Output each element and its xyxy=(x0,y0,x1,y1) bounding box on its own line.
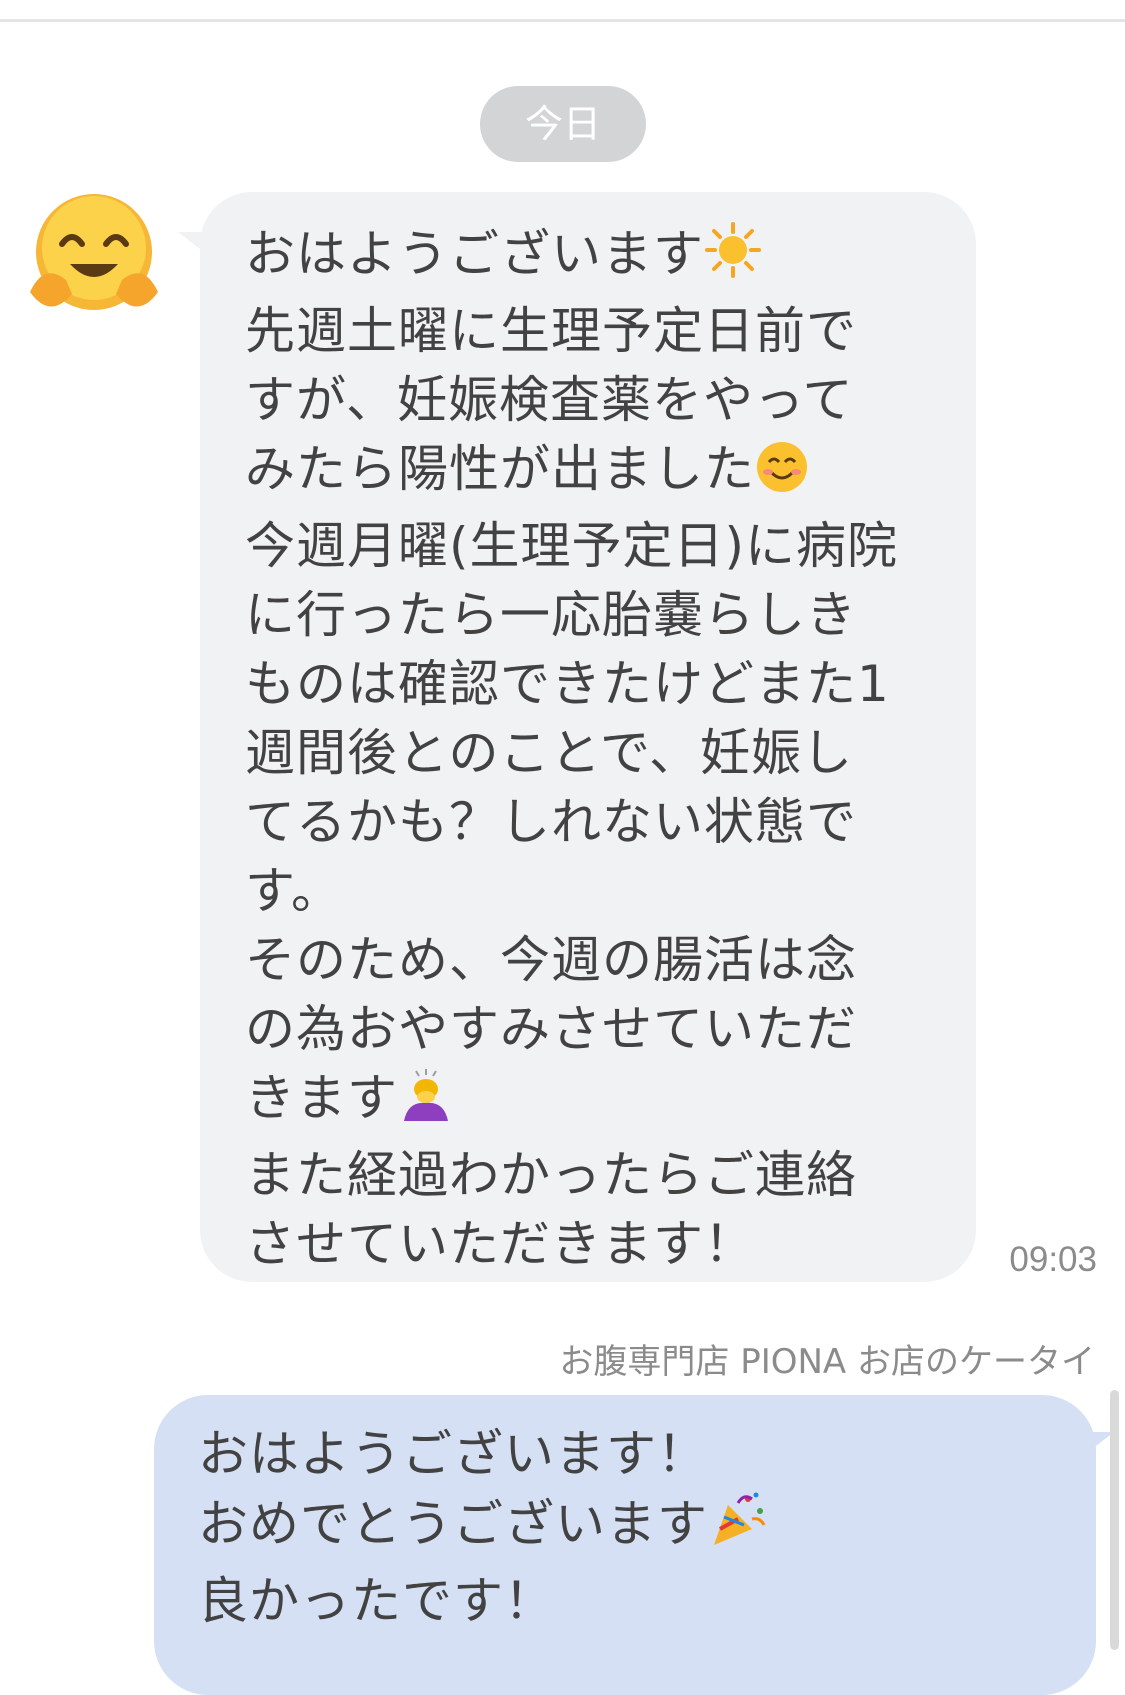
top-divider xyxy=(0,0,1125,22)
sun-emoji-icon xyxy=(704,221,762,297)
message-line: させていただきます！ xyxy=(245,1215,755,1273)
date-separator-chip: 今日 xyxy=(480,86,646,162)
outgoing-message-text: おはようございます！ おめでとうございます 良かったです！ xyxy=(198,1420,1058,1636)
incoming-message-text: おはようございます 先週土曜に生理予定日前で すが、妊娠検査薬をやって みたら陽… xyxy=(245,220,965,1279)
message-line: おめでとうございます xyxy=(198,1489,1058,1567)
message-line: の為おやすみさせていただ xyxy=(245,1000,857,1058)
message-line: に行ったら一応胎嚢らしき xyxy=(245,586,857,644)
scrollbar-thumb[interactable] xyxy=(1110,1390,1119,1650)
contact-avatar[interactable] xyxy=(22,192,162,320)
message-line: また経過わかったらご連絡 xyxy=(245,1146,857,1204)
message-line: 週間後とのことで、妊娠し xyxy=(245,724,853,782)
hugging-face-icon xyxy=(30,194,158,314)
message-line: そのため、今週の腸活は念 xyxy=(245,931,857,989)
smiling-face-emoji-icon xyxy=(755,440,809,512)
message-line: おはようございます xyxy=(245,220,965,297)
sender-name: お腹専門店 PIONA お店のケータイ xyxy=(559,1342,1095,1382)
message-line: てるかも？しれない状態で xyxy=(245,793,857,851)
party-popper-emoji-icon xyxy=(708,1489,768,1567)
message-line: おはようございます！ xyxy=(198,1425,708,1483)
message-line: みたら陽性が出ました xyxy=(245,435,965,512)
message-line: 先週土曜に生理予定日前で xyxy=(245,302,857,360)
message-line: きます xyxy=(245,1064,965,1141)
bowing-person-emoji-icon xyxy=(398,1067,454,1141)
message-line: ものは確認できたけどまた1 xyxy=(245,655,890,713)
message-line: 良かったです！ xyxy=(198,1572,555,1630)
message-line: すが、妊娠検査薬をやって xyxy=(245,371,854,429)
message-line: 今週月曜(生理予定日)に病院 xyxy=(245,517,899,575)
message-line: す。 xyxy=(245,862,342,920)
message-timestamp: 09:03 xyxy=(1009,1240,1097,1279)
